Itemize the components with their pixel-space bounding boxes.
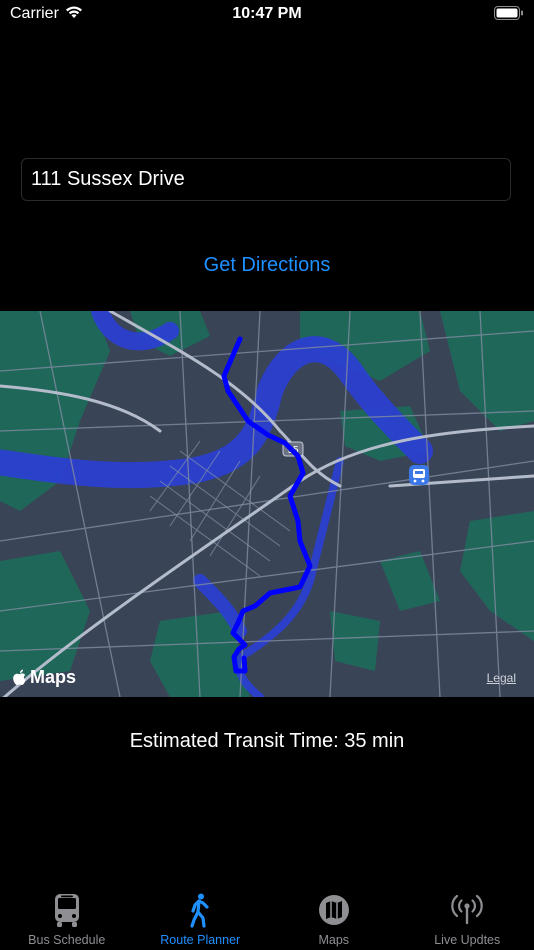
map-view[interactable]: 95: [0, 311, 534, 697]
antenna-icon: [451, 894, 484, 925]
map-canvas: 95: [0, 311, 534, 697]
tab-label: Bus Schedule: [28, 933, 106, 947]
tab-route-planner[interactable]: Route Planner: [134, 882, 268, 950]
get-directions-button[interactable]: Get Directions: [0, 254, 534, 277]
status-bar: Carrier 10:47 PM: [0, 0, 534, 30]
estimated-transit-time: Estimated Transit Time: 35 min: [129, 730, 405, 752]
legal-link[interactable]: Legal: [487, 671, 516, 685]
tab-maps[interactable]: Maps: [267, 882, 401, 950]
maps-label: Maps: [30, 667, 77, 687]
tab-bus-schedule[interactable]: Bus Schedule: [0, 882, 134, 950]
tab-bar: Bus Schedule Route Planner Maps Live Upd…: [0, 882, 534, 950]
map-icon: [318, 895, 349, 925]
tab-label: Maps: [318, 933, 350, 947]
battery-icon: [494, 6, 523, 20]
address-input[interactable]: [21, 158, 511, 201]
apple-icon: [13, 669, 26, 685]
walking-person-icon: [190, 893, 209, 928]
apple-maps-logo: Maps: [12, 667, 76, 688]
tab-live-updates[interactable]: Live Updtes: [401, 882, 534, 950]
bus-icon: [54, 894, 79, 927]
tab-label: Live Updtes: [434, 933, 501, 947]
tab-label: Route Planner: [160, 933, 241, 947]
clock: 10:47 PM: [232, 5, 302, 22]
train-station-icon[interactable]: [409, 465, 429, 485]
